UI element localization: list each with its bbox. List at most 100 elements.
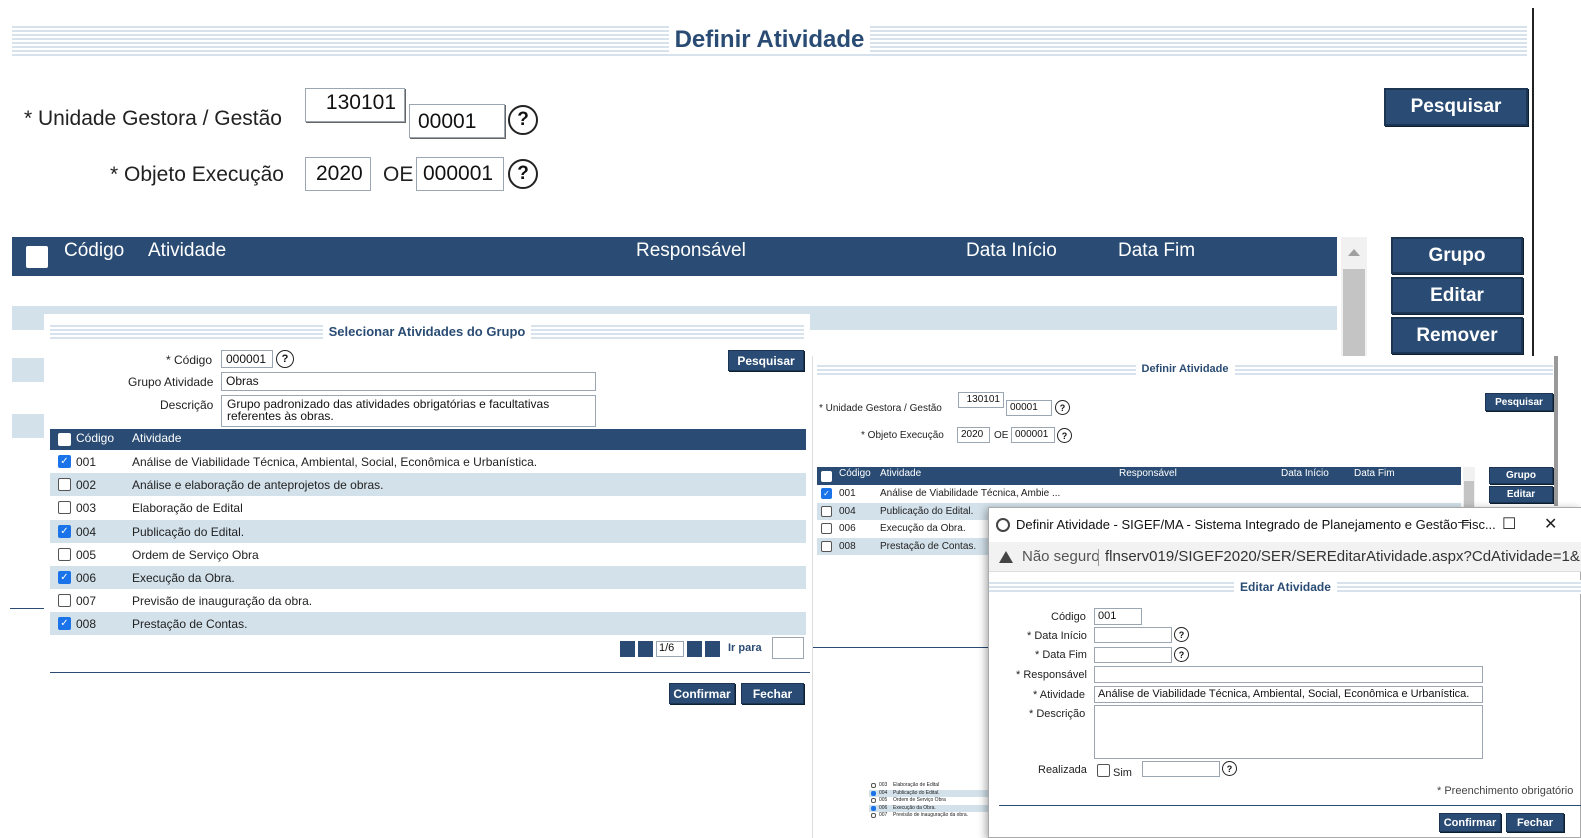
small-row-checkbox[interactable] (821, 505, 832, 517)
group-confirm-button[interactable]: Confirmar (669, 683, 735, 704)
realizada-date-input[interactable] (1142, 761, 1220, 777)
edit-atividade-input[interactable]: Análise de Viabilidade Técnica, Ambienta… (1094, 686, 1483, 703)
row-activity: Análise e elaboração de anteprojetos de … (132, 478, 384, 493)
group-close-button[interactable]: Fechar (741, 683, 804, 704)
url-text[interactable]: flnserv019/SIGEF2020/SER/SEREditarAtivid… (1105, 548, 1581, 565)
small-col-data-inicio: Data Início (1281, 468, 1329, 479)
small-gestao-input[interactable]: 00001 (1006, 400, 1052, 416)
scroll-up-icon[interactable] (1348, 249, 1360, 256)
small-right-edge (1554, 356, 1558, 506)
row-checkbox[interactable] (58, 501, 71, 515)
row-checkbox[interactable] (58, 547, 71, 561)
small-oe-input[interactable]: 000001 (1011, 427, 1055, 443)
group-codigo-label: * Código (166, 353, 213, 367)
group-select-all-checkbox[interactable] (58, 433, 71, 446)
scrollbar[interactable] (1341, 237, 1367, 357)
edit-responsavel-label: * Responsável (1016, 669, 1087, 681)
edit-codigo-input[interactable]: 001 (1094, 608, 1142, 625)
table-row[interactable]: ✓ 001 Análise de Viabilidade Técnica, Ambi… (50, 450, 806, 473)
edit-data-inicio-input[interactable] (1094, 627, 1172, 643)
security-label[interactable]: Não seguro (1022, 548, 1100, 565)
table-row[interactable]: ✓ 008 Prestação de Contas. (50, 612, 806, 636)
grupo-atividade-input[interactable]: Obras (221, 372, 596, 391)
row-code: 003 (76, 501, 97, 516)
edit-button[interactable]: Editar (1391, 277, 1523, 314)
remove-button[interactable]: Remover (1391, 317, 1523, 354)
edit-data-fim-input[interactable] (1094, 647, 1172, 663)
oe-year-input[interactable]: 2020 (305, 157, 371, 191)
table-row[interactable]: 005 Ordem de Serviço Obra (50, 543, 806, 566)
edit-descricao-textarea[interactable] (1094, 705, 1483, 759)
edit-responsavel-input[interactable] (1094, 666, 1483, 683)
search-button[interactable]: Pesquisar (1384, 88, 1528, 126)
last-page-icon[interactable] (705, 641, 720, 657)
main-title: Definir Atividade (668, 26, 871, 54)
scroll-thumb[interactable] (1343, 269, 1365, 357)
oe-input[interactable]: 000001 (416, 157, 504, 191)
row-code: 002 (76, 478, 97, 493)
small-oe-prefix: OE (994, 430, 1009, 441)
page-indicator: 1/6 (656, 641, 684, 657)
popup-close-button[interactable]: Fechar (1506, 813, 1564, 832)
small-row-checkbox-checked[interactable]: ✓ (821, 488, 832, 499)
goto-label: Ir para (728, 642, 762, 654)
group-codigo-input[interactable]: 000001 (221, 350, 273, 368)
table-row[interactable]: 007 Previsão de inauguração da obra. (50, 589, 806, 612)
row-checkbox[interactable] (58, 594, 71, 608)
next-page-icon[interactable] (687, 641, 702, 657)
ug-help-icon[interactable]: ? (508, 105, 538, 135)
data-inicio-help-icon[interactable]: ? (1174, 627, 1189, 642)
group-codigo-help-icon[interactable]: ? (276, 350, 294, 368)
row-activity: Previsão de inauguração da obra. (132, 594, 313, 609)
thumb-row: 005 Ordem de Serviço Obra (869, 797, 989, 804)
small-row-checkbox[interactable] (821, 540, 832, 552)
select-all-checkbox[interactable] (26, 246, 48, 268)
small-edit-button[interactable]: Editar (1489, 486, 1553, 503)
small-oe-year-input[interactable]: 2020 (957, 427, 990, 443)
table-row[interactable] (12, 414, 48, 438)
table-row[interactable]: ✓ 004 Publicação do Edital. (50, 519, 806, 543)
first-page-icon[interactable] (620, 641, 635, 657)
edit-codigo-label: Código (1051, 611, 1086, 623)
ug-input[interactable]: 130101 (305, 88, 405, 122)
small-row-code: 006 (839, 523, 856, 534)
group-button[interactable]: Grupo (1391, 237, 1523, 274)
small-ug-input[interactable]: 130101 (958, 392, 1004, 408)
maximize-icon[interactable]: ☐ (1502, 514, 1516, 534)
table-row[interactable]: ✓ 006 Execução da Obra. (50, 566, 806, 589)
minimize-icon[interactable]: — (1458, 514, 1471, 529)
oe-help-icon[interactable]: ? (508, 159, 538, 189)
table-row[interactable]: 003 Elaboração de Edital (50, 496, 806, 519)
gestao-input[interactable]: 00001 (409, 104, 505, 138)
goto-input[interactable] (772, 637, 804, 659)
thumb-code: 004 (879, 789, 888, 796)
row-checkbox-checked[interactable]: ✓ (58, 571, 71, 584)
row-activity: Prestação de Contas. (132, 617, 248, 632)
row-checkbox-checked[interactable]: ✓ (58, 455, 71, 468)
small-ug-help-icon[interactable]: ? (1055, 400, 1070, 415)
prev-page-icon[interactable] (638, 641, 653, 657)
group-search-button[interactable]: Pesquisar (728, 350, 804, 371)
row-checkbox-checked[interactable]: ✓ (58, 524, 71, 538)
realizada-sim-label: Sim (1113, 767, 1132, 779)
close-icon[interactable]: ✕ (1544, 514, 1557, 534)
small-oe-help-icon[interactable]: ? (1057, 428, 1072, 443)
small-select-all-checkbox[interactable] (821, 471, 832, 482)
popup-form-title-bar: Editar Atividade (989, 580, 1581, 594)
group-dialog: Selecionar Atividades do Grupo * Código … (44, 314, 810, 710)
small-group-button[interactable]: Grupo (1489, 467, 1553, 484)
row-checkbox-checked[interactable]: ✓ (58, 617, 71, 631)
small-table-row[interactable]: ✓ 001 Análise de Viabilidade Técnica, Ambi… (817, 485, 1461, 502)
small-search-button[interactable]: Pesquisar (1485, 393, 1553, 411)
descricao-textarea[interactable]: Grupo padronizado das atividades obrigat… (221, 395, 596, 427)
data-fim-help-icon[interactable]: ? (1174, 647, 1189, 662)
row-checkbox[interactable] (58, 478, 71, 492)
table-row[interactable]: 002 Análise e elaboração de anteprojetos … (50, 473, 806, 497)
table-row[interactable] (12, 358, 48, 382)
group-dialog-title: Selecionar Atividades do Grupo (322, 323, 532, 339)
popup-confirm-button[interactable]: Confirmar (1439, 813, 1501, 832)
small-row-checkbox[interactable] (821, 523, 832, 534)
realizada-help-icon[interactable]: ? (1222, 761, 1237, 776)
realizada-checkbox[interactable] (1097, 764, 1110, 777)
small-divider (813, 647, 993, 648)
